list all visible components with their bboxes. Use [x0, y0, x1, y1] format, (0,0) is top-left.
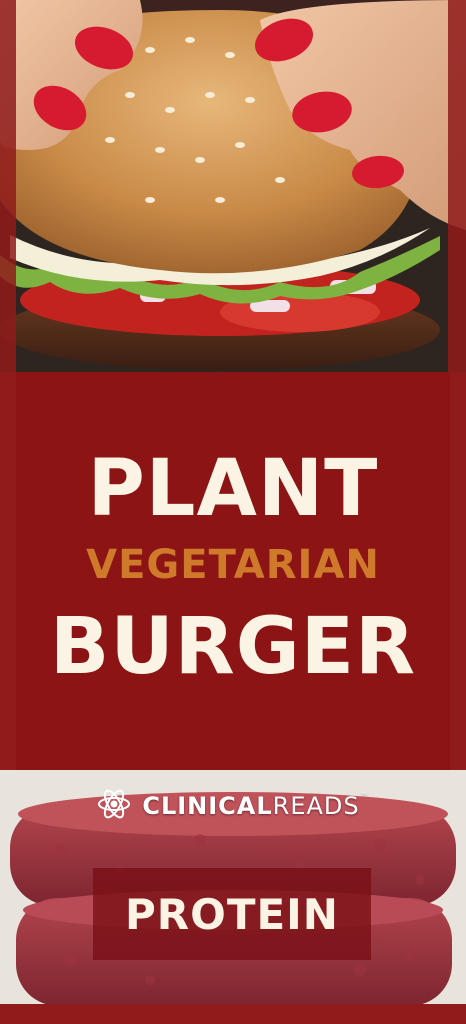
brand-trademark: ™: [359, 792, 370, 802]
pin-graphic: PLANT VEGETARIAN BURGER CLINICALREADS™ P…: [0, 0, 466, 1024]
brand-name: CLINICALREADS™: [142, 792, 369, 820]
atom-brain-icon: [96, 786, 132, 826]
title-panel: PLANT VEGETARIAN BURGER: [16, 372, 450, 770]
frame-bottom-border: [0, 1004, 466, 1024]
brand-name-clinical: CLINICAL: [142, 792, 273, 820]
brand-name-reads: READS: [272, 792, 360, 820]
title-plant: PLANT: [87, 444, 379, 534]
brand-logo: CLINICALREADS™: [0, 786, 466, 826]
protein-label: PROTEIN: [125, 889, 339, 939]
title-burger: BURGER: [49, 602, 417, 692]
burger-photo: [0, 0, 466, 372]
burger-illustration: [0, 0, 466, 372]
protein-tag: PROTEIN: [93, 868, 371, 960]
title-vegetarian: VEGETARIAN: [86, 542, 380, 588]
